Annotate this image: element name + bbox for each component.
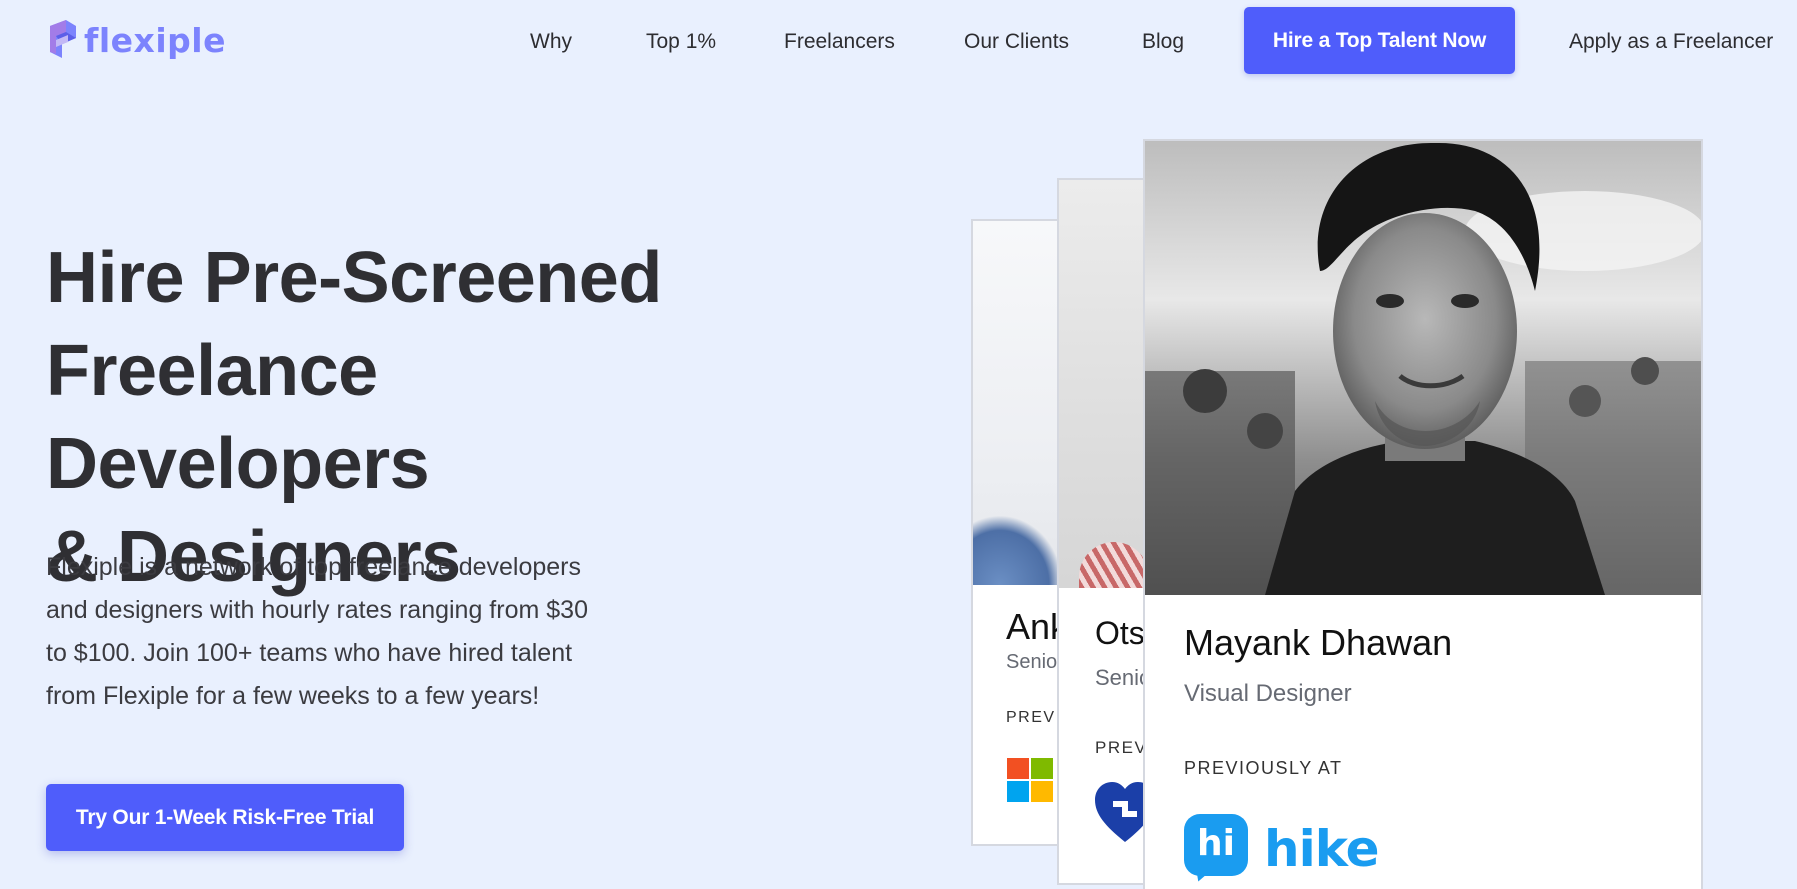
flexiple-logo-icon	[50, 20, 76, 58]
nav-freelancers[interactable]: Freelancers	[784, 30, 895, 54]
hero-title-line-2: Freelance Developers	[46, 331, 430, 504]
logo-text: flexiple	[84, 20, 226, 60]
risk-free-trial-button[interactable]: Try Our 1-Week Risk-Free Trial	[46, 784, 404, 851]
hike-logo-icon: hi	[1184, 814, 1248, 885]
freelancer-name: Mayank Dhawan	[1184, 622, 1453, 663]
hero-desc-line-2: and designers with hourly rates ranging …	[46, 596, 588, 624]
freelancer-card-mayank-dhawan[interactable]: Mayank Dhawan Visual Designer PREVIOUSLY…	[1143, 139, 1703, 889]
hike-badge-text: hi	[1197, 823, 1235, 864]
freelancer-role: Visual Designer	[1184, 680, 1352, 707]
freelancer-role: Senio	[1006, 651, 1058, 673]
nav-top-1-percent[interactable]: Top 1%	[646, 30, 716, 54]
portrait-photo	[1145, 141, 1701, 595]
hero-desc-line-4: from Flexiple for a few weeks to a few y…	[46, 682, 540, 710]
nav-why[interactable]: Why	[530, 30, 572, 54]
nav-our-clients[interactable]: Our Clients	[964, 30, 1069, 54]
flexiple-logo[interactable]: flexiple	[46, 18, 226, 62]
hero-title-line-1: Hire Pre-Screened	[46, 238, 662, 318]
hire-top-talent-button[interactable]: Hire a Top Talent Now	[1244, 7, 1515, 74]
hero-description: Flexiple is a network of top freelance d…	[46, 546, 646, 718]
hike-logo: hi hike	[1184, 814, 1380, 885]
freelancer-name: Ots	[1095, 615, 1145, 651]
freelancer-role: Senic	[1095, 665, 1151, 690]
hero-desc-line-1: Flexiple is a network of top freelance d…	[46, 553, 582, 581]
microsoft-logo-icon	[1007, 758, 1053, 802]
apply-freelancer-link[interactable]: Apply as a Freelancer	[1569, 30, 1773, 54]
nav-blog[interactable]: Blog	[1142, 30, 1184, 54]
freelancer-photo	[1145, 141, 1701, 595]
hero-desc-line-3: to $100. Join 100+ teams who have hired …	[46, 639, 573, 667]
hike-wordmark: hike	[1264, 820, 1380, 878]
previously-at-label: PREVIOUSLY AT	[1184, 758, 1343, 778]
